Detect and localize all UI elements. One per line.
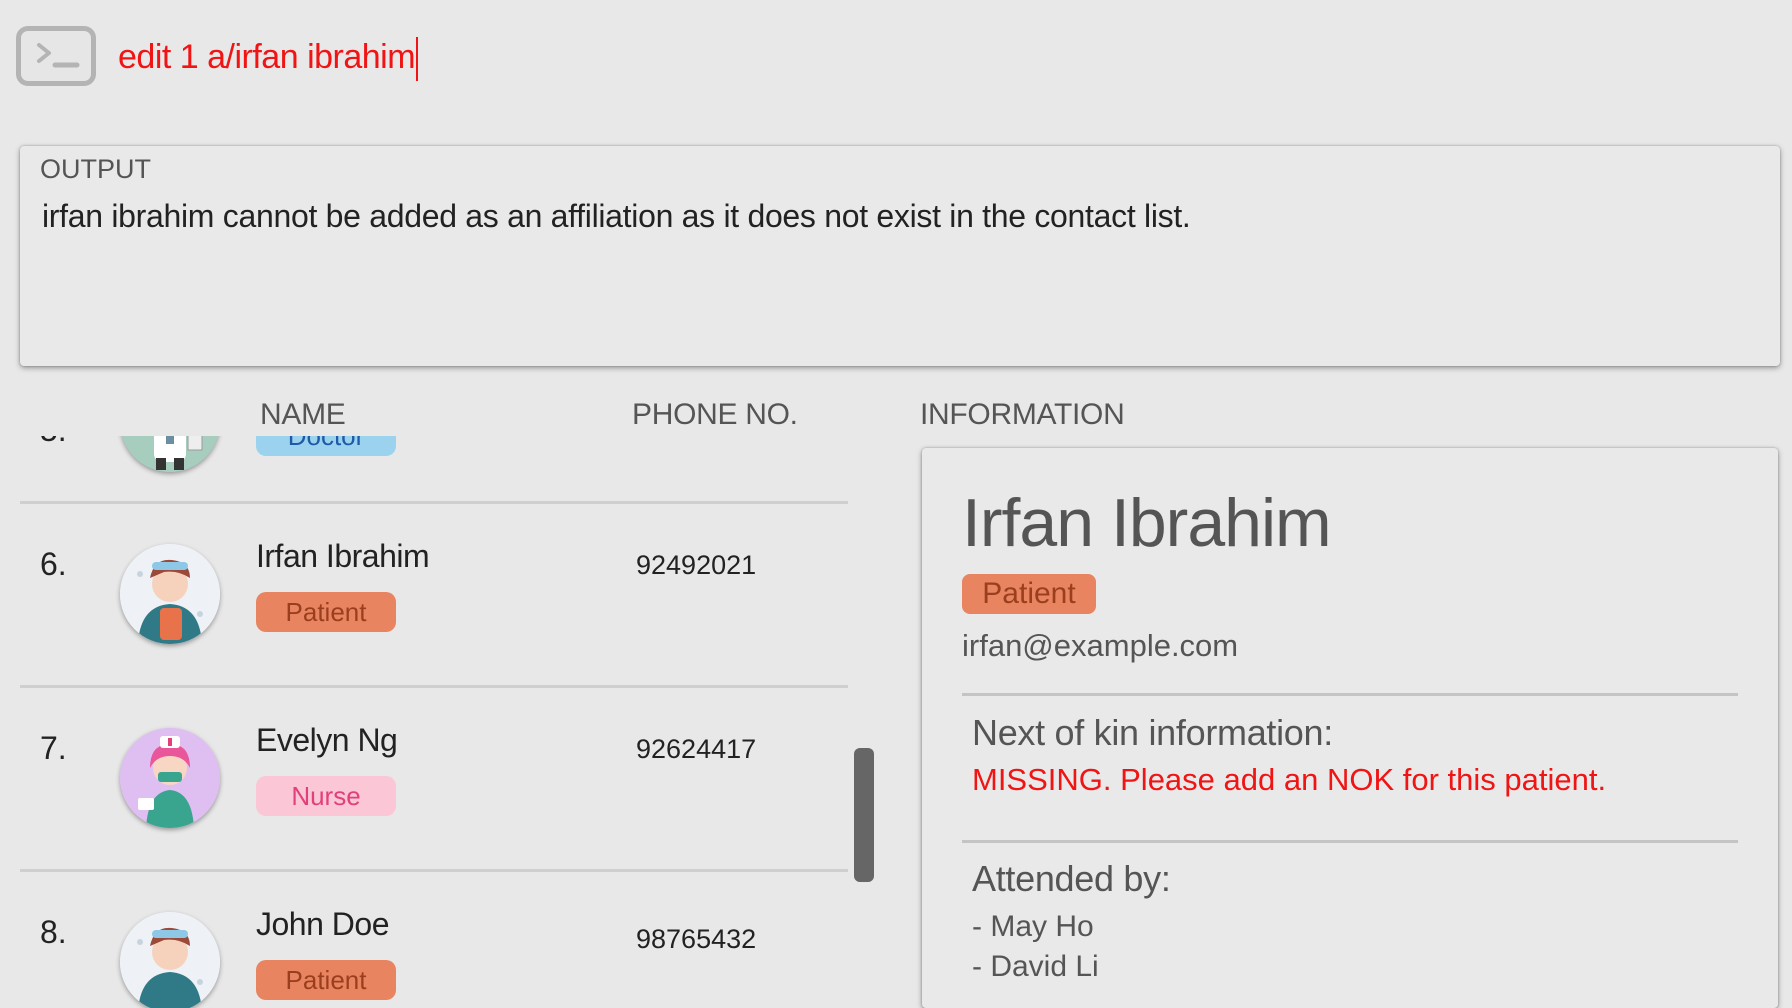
contact-phone: 92624417 (636, 734, 757, 764)
list-item[interactable]: 5. Doctor 91031282 (0, 436, 880, 504)
name-column-header: NAME (260, 398, 346, 431)
phone-column-header: PHONE NO. (632, 398, 798, 431)
row-index: 8. (40, 914, 67, 950)
role-tag: Patient (256, 592, 396, 632)
contact-name: Irfan Ibrahim (256, 538, 430, 574)
info-divider (962, 840, 1738, 843)
patient-avatar (120, 544, 220, 644)
doctor-avatar (120, 436, 220, 472)
list-item[interactable]: 7. Evelyn Ng Nurse 92624417 (0, 688, 880, 872)
attended-heading: Attended by: (972, 858, 1171, 899)
nok-missing-warning: MISSING. Please add an NOK for this pati… (972, 762, 1607, 797)
list-item[interactable]: 6. Irfan Ibrahim Patient 92492021 (0, 504, 880, 688)
nurse-avatar (120, 728, 220, 828)
info-name: Irfan Ibrahim (962, 485, 1332, 561)
patient-avatar (120, 912, 220, 1008)
contact-phone: 98765432 (636, 924, 757, 954)
role-tag: Doctor (256, 436, 396, 456)
info-email: irfan@example.com (962, 628, 1239, 663)
contact-name: John Doe (256, 906, 389, 942)
output-label: OUTPUT (40, 154, 151, 184)
row-index: 6. (40, 546, 67, 582)
role-tag: Patient (256, 960, 396, 1000)
row-index: 7. (40, 730, 67, 766)
command-input[interactable]: edit 1 a/irfan ibrahim (118, 30, 1758, 84)
nok-heading: Next of kin information: (972, 712, 1333, 753)
info-role-tag: Patient (962, 574, 1096, 614)
information-header: INFORMATION (920, 398, 1125, 431)
row-index: 5. (40, 436, 67, 449)
role-tag: Nurse (256, 776, 396, 816)
contact-phone: 92492021 (636, 550, 757, 580)
info-divider (962, 693, 1738, 696)
list-scrollbar[interactable] (854, 748, 874, 882)
attended-by-item: - May Ho (972, 910, 1094, 943)
command-text: edit 1 a/irfan ibrahim (118, 38, 416, 76)
output-panel (20, 146, 1780, 366)
terminal-icon (16, 26, 96, 86)
contact-list[interactable]: 5. Doctor 91031282 6. (0, 436, 880, 1008)
attended-by-item: - David Li (972, 950, 1099, 983)
text-caret (416, 37, 419, 82)
output-message: irfan ibrahim cannot be added as an affi… (42, 198, 1191, 234)
contact-name: Evelyn Ng (256, 722, 398, 758)
list-item[interactable]: 8. John Doe Patient 98765432 (0, 872, 880, 1008)
